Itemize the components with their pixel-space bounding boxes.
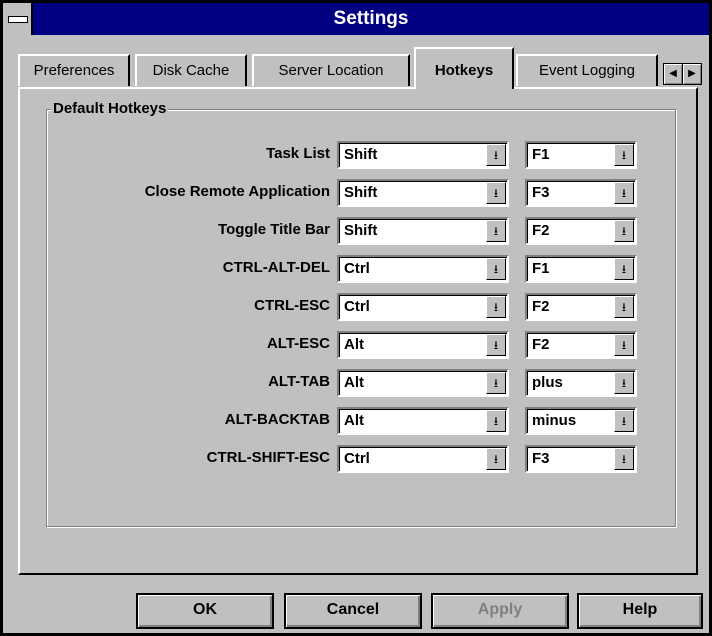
dropdown-arrow-icon[interactable]: ⭳ <box>614 334 634 356</box>
modifier-value: Shift <box>344 184 378 201</box>
tab-disk-cache[interactable]: Disk Cache <box>135 54 247 86</box>
key-dropdown[interactable]: F2 ⭳ <box>525 293 637 321</box>
tab-server-location[interactable]: Server Location <box>252 54 410 86</box>
dropdown-arrow-icon[interactable]: ⭳ <box>614 448 634 470</box>
tab-preferences[interactable]: Preferences <box>18 54 130 86</box>
dropdown-arrow-icon[interactable]: ⭳ <box>614 372 634 394</box>
hotkey-label: CTRL-ALT-DEL <box>222 259 330 276</box>
modifier-dropdown[interactable]: Ctrl ⭳ <box>337 293 509 321</box>
modifier-value: Alt <box>344 336 364 353</box>
key-value: F3 <box>532 184 550 201</box>
key-dropdown[interactable]: plus ⭳ <box>525 369 637 397</box>
dropdown-arrow-icon[interactable]: ⭳ <box>614 182 634 204</box>
dropdown-arrow-icon[interactable]: ⭳ <box>486 258 506 280</box>
hotkey-label: ALT-ESC <box>266 335 330 352</box>
modifier-dropdown[interactable]: Shift ⭳ <box>337 141 509 169</box>
modifier-dropdown[interactable]: Ctrl ⭳ <box>337 255 509 283</box>
settings-window: Settings Preferences Disk Cache Server L… <box>0 0 712 636</box>
dropdown-arrow-icon[interactable]: ⭳ <box>486 182 506 204</box>
dropdown-arrow-icon[interactable]: ⭳ <box>614 296 634 318</box>
dropdown-arrow-icon[interactable]: ⭳ <box>614 258 634 280</box>
modifier-dropdown[interactable]: Ctrl ⭳ <box>337 445 509 473</box>
hotkey-label: CTRL-SHIFT-ESC <box>206 449 330 466</box>
key-value: minus <box>532 412 577 429</box>
modifier-value: Ctrl <box>344 450 370 467</box>
cancel-button[interactable]: Cancel <box>284 593 422 629</box>
key-dropdown[interactable]: F3 ⭳ <box>525 179 637 207</box>
dropdown-arrow-icon[interactable]: ⭳ <box>486 144 506 166</box>
tab-event-logging[interactable]: Event Logging <box>516 54 658 86</box>
dropdown-arrow-icon[interactable]: ⭳ <box>486 220 506 242</box>
hotkeys-panel: Default Hotkeys Task List Shift ⭳ F1 ⭳ C… <box>18 87 698 575</box>
hotkey-label: Toggle Title Bar <box>218 221 330 238</box>
modifier-value: Ctrl <box>344 260 370 277</box>
dropdown-arrow-icon[interactable]: ⭳ <box>486 410 506 432</box>
modifier-dropdown[interactable]: Shift ⭳ <box>337 179 509 207</box>
key-value: F2 <box>532 222 550 239</box>
modifier-dropdown[interactable]: Alt ⭳ <box>337 331 509 359</box>
modifier-dropdown[interactable]: Alt ⭳ <box>337 407 509 435</box>
dropdown-arrow-icon[interactable]: ⭳ <box>486 448 506 470</box>
key-dropdown[interactable]: F2 ⭳ <box>525 331 637 359</box>
scroll-right-arrow-icon[interactable]: ▶ <box>682 63 702 85</box>
key-value: plus <box>532 374 563 391</box>
key-dropdown[interactable]: F1 ⭳ <box>525 255 637 283</box>
tab-hotkeys[interactable]: Hotkeys <box>414 47 514 89</box>
key-dropdown[interactable]: F3 ⭳ <box>525 445 637 473</box>
key-value: F1 <box>532 146 550 163</box>
hotkey-label: ALT-BACKTAB <box>224 411 330 428</box>
modifier-dropdown[interactable]: Alt ⭳ <box>337 369 509 397</box>
dropdown-arrow-icon[interactable]: ⭳ <box>486 372 506 394</box>
apply-button[interactable]: Apply <box>431 593 569 629</box>
modifier-dropdown[interactable]: Shift ⭳ <box>337 217 509 245</box>
dropdown-arrow-icon[interactable]: ⭳ <box>614 220 634 242</box>
key-dropdown[interactable]: minus ⭳ <box>525 407 637 435</box>
hotkey-label: Task List <box>266 145 330 162</box>
key-dropdown[interactable]: F1 ⭳ <box>525 141 637 169</box>
dropdown-arrow-icon[interactable]: ⭳ <box>614 144 634 166</box>
hotkey-label: ALT-TAB <box>268 373 330 390</box>
key-dropdown[interactable]: F2 ⭳ <box>525 217 637 245</box>
dropdown-arrow-icon[interactable]: ⭳ <box>486 296 506 318</box>
dropdown-arrow-icon[interactable]: ⭳ <box>486 334 506 356</box>
system-menu-button[interactable] <box>3 3 33 35</box>
modifier-value: Alt <box>344 412 364 429</box>
ok-button[interactable]: OK <box>136 593 274 629</box>
key-value: F1 <box>532 260 550 277</box>
scroll-left-arrow-icon[interactable]: ◀ <box>663 63 683 85</box>
title-bar: Settings <box>3 3 709 35</box>
modifier-value: Shift <box>344 222 378 239</box>
key-value: F3 <box>532 450 550 467</box>
dropdown-arrow-icon[interactable]: ⭳ <box>614 410 634 432</box>
modifier-value: Shift <box>344 146 378 163</box>
system-menu-icon <box>8 16 28 23</box>
modifier-value: Alt <box>344 374 364 391</box>
help-button[interactable]: Help <box>577 593 703 629</box>
key-value: F2 <box>532 298 550 315</box>
hotkey-label: Close Remote Application <box>144 183 330 200</box>
group-title: Default Hotkeys <box>51 100 169 117</box>
modifier-value: Ctrl <box>344 298 370 315</box>
window-title: Settings <box>333 8 409 29</box>
key-value: F2 <box>532 336 550 353</box>
hotkey-label: CTRL-ESC <box>254 297 330 314</box>
tab-scroll-arrows: ◀ ▶ <box>663 63 703 85</box>
